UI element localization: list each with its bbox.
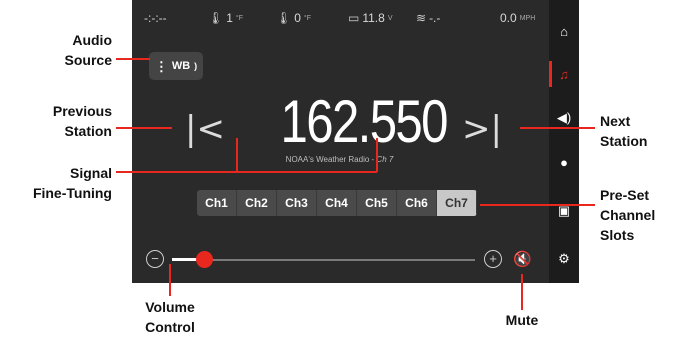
callout-volume-control: Volume Control: [145, 299, 195, 335]
callout-previous-station: Previous Station: [52, 103, 112, 139]
callout-preset-slots: Pre-Set Channel Slots: [600, 187, 656, 243]
callout-signal-fine-tuning: Signal Fine-Tuning: [32, 165, 112, 201]
callout-audio-source: Audio Source: [64, 32, 112, 68]
callout-mute: Mute: [505, 312, 539, 328]
callout-next-station: Next Station: [600, 113, 648, 149]
